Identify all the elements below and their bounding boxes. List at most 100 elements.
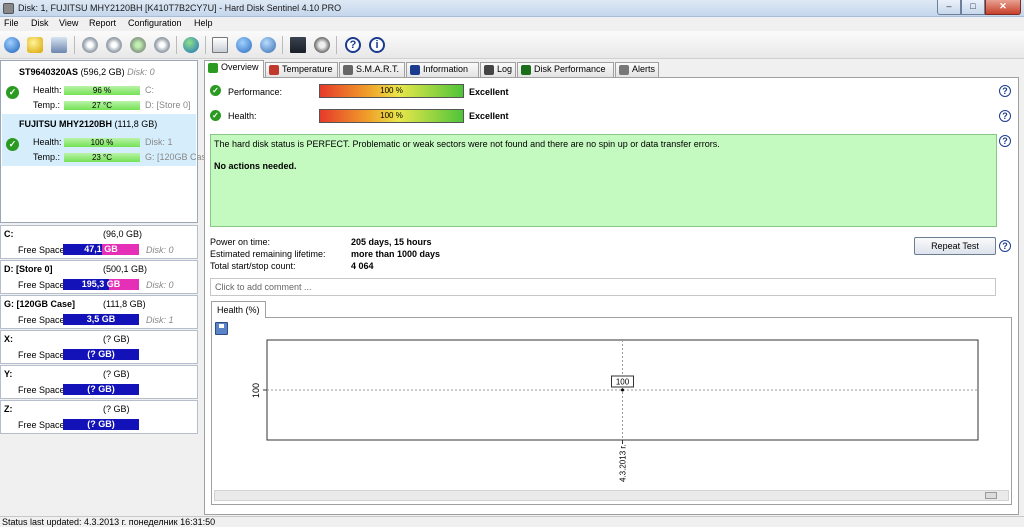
alert-config-icon[interactable] <box>288 35 308 55</box>
menu-configuration[interactable]: Configuration <box>128 18 182 28</box>
health-chart-panel: 100 4.3.2013 г. 100 <box>211 317 1012 505</box>
performance-help-icon[interactable]: ? <box>999 85 1011 97</box>
volume-size: (? GB) <box>103 369 130 379</box>
free-space-bar: 195,3 GB <box>63 279 139 290</box>
tab-health-chart[interactable]: Health (%) <box>211 301 266 318</box>
temperature-icon <box>269 65 279 75</box>
free-space-value: (? GB) <box>87 384 115 394</box>
alerts-icon <box>619 65 629 75</box>
tab-alerts[interactable]: Alerts <box>615 62 659 77</box>
tab-information[interactable]: Information <box>406 62 479 77</box>
ok-check-icon: ✓ <box>6 86 19 99</box>
volume-name: Z: <box>4 404 13 414</box>
menu-help[interactable]: Help <box>194 18 213 28</box>
status-action: No actions needed. <box>214 161 297 171</box>
smart-icon <box>343 65 353 75</box>
volume-disk: Disk: 0 <box>146 280 174 290</box>
health-value: 100 % <box>380 111 403 120</box>
lifetime-label: Estimated remaining lifetime: <box>210 249 326 259</box>
tab-label: Log <box>497 64 513 74</box>
drive-icon[interactable] <box>49 35 69 55</box>
free-space-bar: (? GB) <box>63 419 139 430</box>
status-help-icon[interactable]: ? <box>999 135 1011 147</box>
volume-name: C: <box>4 229 14 239</box>
menu-report[interactable]: Report <box>89 18 116 28</box>
volume-item[interactable]: Y: (? GB) Free Space (? GB) <box>0 365 198 399</box>
free-space-bar: (? GB) <box>63 384 139 395</box>
disk-tool-3-icon[interactable] <box>128 35 148 55</box>
free-space-label: Free Space <box>18 420 65 430</box>
network-icon[interactable] <box>258 35 278 55</box>
menu-disk[interactable]: Disk <box>31 18 49 28</box>
volume-name: D: [Store 0] <box>4 264 53 274</box>
tab-label: Temperature <box>282 64 333 74</box>
help-icon[interactable]: ? <box>343 35 363 55</box>
volume-item[interactable]: X: (? GB) Free Space (? GB) <box>0 330 198 364</box>
volume-item[interactable]: D: [Store 0] (500,1 GB) Free Space 195,3 GB… <box>0 260 198 294</box>
health-bar: 96 % <box>64 86 140 95</box>
volume-size: (111,8 GB) <box>103 299 146 309</box>
startstop-value: 4 064 <box>351 261 374 271</box>
toolbar: ? i <box>0 31 1024 59</box>
disk-tool-2-icon[interactable] <box>104 35 124 55</box>
minimize-button[interactable]: – <box>937 0 961 15</box>
volume-item[interactable]: C: (96,0 GB) Free Space 47,1 GB Disk: 0 <box>0 225 198 259</box>
tab-disk-performance[interactable]: Disk Performance <box>517 62 614 77</box>
volume-size: (? GB) <box>103 404 130 414</box>
volume-name: X: <box>4 334 13 344</box>
temp-label: Temp.: <box>33 152 61 162</box>
settings-icon[interactable] <box>312 35 332 55</box>
tab-s-m-a-r-t[interactable]: S.M.A.R.T. <box>339 62 405 77</box>
free-space-value: 195,3 GB <box>81 279 121 289</box>
status-bar: Status last updated: 4.3.2013 г. понедел… <box>0 516 1024 527</box>
volume-disk: Disk: 1 <box>146 315 174 325</box>
tab-label: Alerts <box>632 64 656 74</box>
health-label: Health: <box>33 85 62 95</box>
maximize-button[interactable]: □ <box>961 0 985 15</box>
disk-volumes: C: <box>145 85 154 95</box>
volume-item[interactable]: Z: (? GB) Free Space (? GB) <box>0 400 198 434</box>
disk-item-1[interactable]: FUJITSU MHY2120BH (111,8 GB) ✓ Health: 1… <box>2 114 214 166</box>
volume-item[interactable]: G: [120GB Case] (111,8 GB) Free Space 3,5 G… <box>0 295 198 329</box>
power-on-label: Power on time: <box>210 237 271 247</box>
free-space-value: (? GB) <box>87 419 115 429</box>
disk-item-0[interactable]: ST9640320AS (596,2 GB) Disk: 0 ✓ Health:… <box>2 62 196 114</box>
free-space-value: 3,5 GB <box>86 314 116 324</box>
comment-input[interactable]: Click to add comment ... <box>210 278 996 296</box>
close-button[interactable]: ✕ <box>985 0 1021 15</box>
repeat-test-help-icon[interactable]: ? <box>999 240 1011 252</box>
free-space-value: 47,1 GB <box>84 244 118 254</box>
chart-scrollbar[interactable] <box>214 490 1009 501</box>
update-icon[interactable] <box>234 35 254 55</box>
status-box: The hard disk status is PERFECT. Problem… <box>210 134 997 227</box>
performance-rating: Excellent <box>469 87 509 97</box>
performance-ok-icon: ✓ <box>210 85 221 96</box>
report-icon[interactable] <box>210 35 230 55</box>
tab-temperature[interactable]: Temperature <box>265 62 338 77</box>
globe-icon[interactable] <box>181 35 201 55</box>
data-point <box>621 388 624 392</box>
disk-name: FUJITSU MHY2120BH <box>19 119 113 129</box>
scrollbar-thumb[interactable] <box>985 492 997 499</box>
performance-icon <box>521 65 531 75</box>
x-tick-label: 4.3.2013 г. <box>619 444 628 482</box>
repeat-test-button[interactable]: Repeat Test <box>914 237 996 255</box>
startstop-label: Total start/stop count: <box>210 261 296 271</box>
warning-icon[interactable] <box>25 35 45 55</box>
health-help-icon[interactable]: ? <box>999 110 1011 122</box>
tab-overview[interactable]: Overview <box>204 60 264 78</box>
free-space-bar: 47,1 GB <box>63 244 139 255</box>
disk-number: Disk: 0 <box>127 67 155 77</box>
free-space-label: Free Space <box>18 350 65 360</box>
volume-name: G: [120GB Case] <box>4 299 76 309</box>
refresh-icon[interactable] <box>2 35 22 55</box>
tab-label: S.M.A.R.T. <box>356 64 400 74</box>
menu-view[interactable]: View <box>59 18 78 28</box>
menu-file[interactable]: File <box>4 18 19 28</box>
tab-log[interactable]: Log <box>480 62 516 77</box>
disk-tool-1-icon[interactable] <box>80 35 100 55</box>
disk-tool-4-icon[interactable] <box>152 35 172 55</box>
app-icon <box>3 3 14 14</box>
volume-size: (500,1 GB) <box>103 264 148 274</box>
info-icon[interactable]: i <box>367 35 387 55</box>
